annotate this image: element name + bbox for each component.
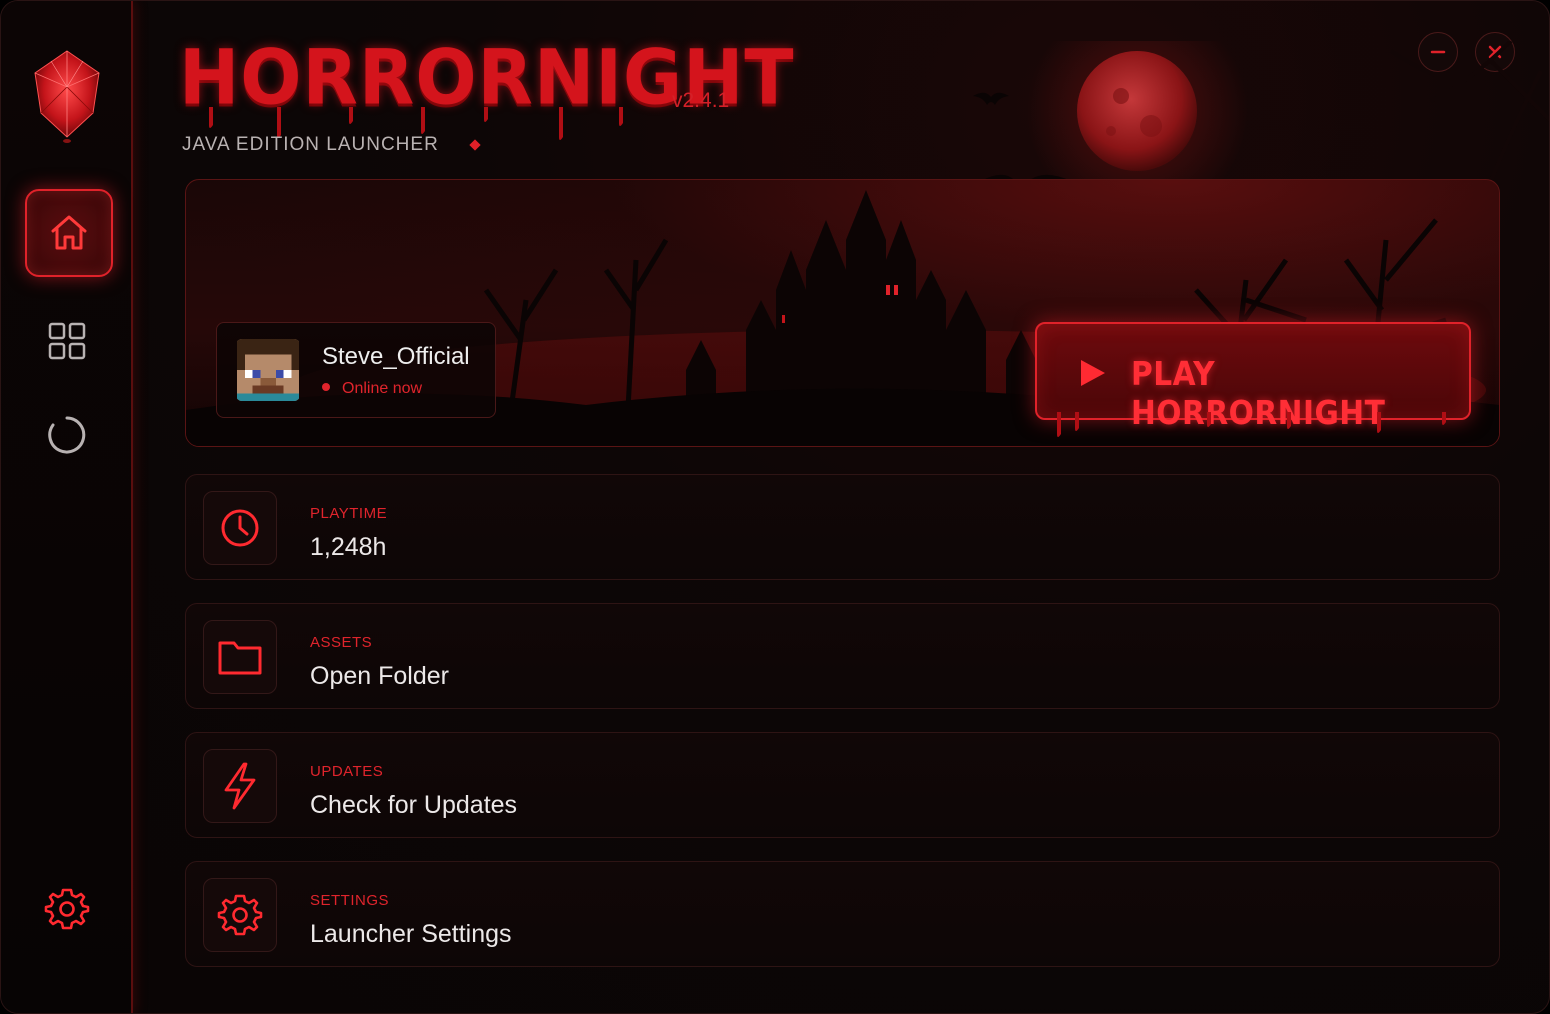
row-title: Check for Updates	[310, 791, 518, 819]
profile-card[interactable]: Steve_Official Online now	[216, 322, 496, 418]
sidebar	[1, 1, 133, 1013]
blood-drips-decoration	[1057, 412, 1446, 437]
row-icon-box	[203, 878, 277, 952]
row-title: 1,248h	[310, 533, 387, 561]
status-text: Online now	[342, 380, 423, 397]
row-icon-box	[203, 620, 277, 694]
row-kicker: ASSETS	[310, 634, 373, 651]
home-icon	[51, 215, 87, 250]
clock-icon	[221, 509, 259, 547]
row-kicker: SETTINGS	[310, 892, 390, 909]
gear-icon	[217, 894, 263, 936]
status-dot-icon	[322, 382, 330, 391]
row-kicker: UPDATES	[310, 763, 384, 780]
launcher-window: HORRORNIGHT v2.4.1 JAVA EDITION LAUNCHER	[0, 0, 1550, 1014]
play-button[interactable]: PLAY HORRORNIGHT	[1035, 322, 1471, 437]
sidebar-item-settings[interactable]	[25, 867, 109, 951]
assets-row[interactable]: ASSETS Open Folder	[185, 603, 1500, 709]
app-subtitle: JAVA EDITION LAUNCHER	[182, 134, 439, 155]
play-icon	[1081, 360, 1105, 386]
red-crystal-icon	[34, 50, 100, 143]
updates-row[interactable]: UPDATES Check for Updates	[185, 732, 1500, 838]
grid-icon	[48, 322, 86, 360]
row-title: Launcher Settings	[310, 920, 512, 948]
playtime-row[interactable]: PLAYTIME 1,248h	[185, 474, 1500, 580]
row-icon-box	[203, 749, 277, 823]
version-label: v2.4.1	[672, 89, 730, 112]
username: Steve_Official	[322, 343, 470, 370]
online-status: Online now	[322, 380, 422, 398]
avatar	[236, 339, 300, 401]
gear-icon	[44, 888, 90, 930]
row-icon-box	[203, 491, 277, 565]
sidebar-item-home[interactable]	[25, 189, 113, 277]
sidebar-item-grid[interactable]	[25, 299, 109, 383]
settings-row[interactable]: SETTINGS Launcher Settings	[185, 861, 1500, 967]
row-kicker: PLAYTIME	[310, 505, 388, 522]
row-title: Open Folder	[310, 662, 449, 690]
sidebar-item-loading[interactable]	[25, 393, 109, 477]
spinner-icon	[48, 416, 86, 454]
lightning-icon	[224, 762, 256, 810]
folder-icon	[218, 641, 262, 675]
